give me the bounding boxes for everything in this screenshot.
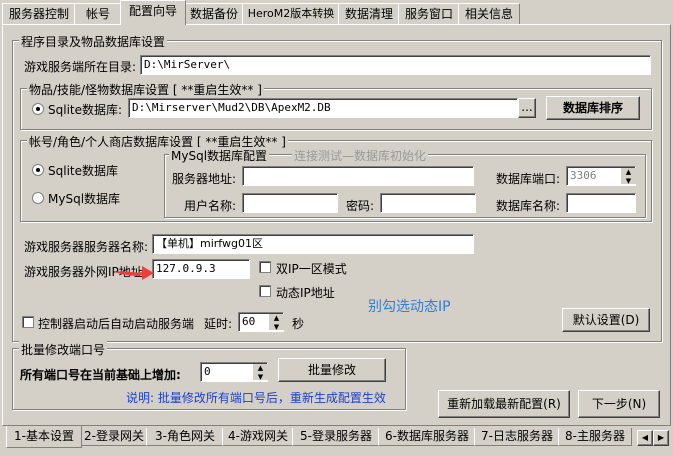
tab-game-gateway[interactable]: 4-游戏网关: [222, 428, 294, 446]
mysql-test-hint[interactable]: 连接测试—数据库初始化: [292, 147, 429, 164]
tab-main-server[interactable]: 8-主服务器: [558, 428, 632, 446]
server-dir-label: 游戏服务端所在目录:: [24, 60, 137, 74]
sqlite-account-radio[interactable]: [32, 164, 44, 176]
db-name-label: 数据库名称:: [496, 199, 561, 213]
tab-server-control[interactable]: 服务器控制: [2, 3, 76, 24]
username-input[interactable]: [242, 193, 338, 213]
tab-log-server[interactable]: 7-日志服务器: [474, 428, 560, 446]
server-name-input[interactable]: 【单机】mirfwg01区: [152, 234, 474, 254]
dynamic-ip-checkbox[interactable]: [259, 285, 271, 297]
batch-modify-button[interactable]: 批量修改: [278, 358, 386, 382]
password-label: 密码:: [346, 199, 375, 213]
tab-data-backup[interactable]: 数据备份: [184, 3, 244, 24]
server-name-label: 游戏服务器服务器名称:: [24, 240, 149, 254]
server-addr-input[interactable]: [242, 166, 474, 186]
password-input[interactable]: [380, 193, 476, 213]
item-db-group-title: 物品/技能/怪物数据库设置 [ **重启生效** ]: [27, 81, 264, 98]
tab-basic-settings[interactable]: 1-基本设置: [6, 426, 82, 448]
port-batch-note: 说明: 批量修改所有端口号后，重新生成配置生效: [126, 391, 386, 405]
sqlite-item-radio[interactable]: [32, 103, 44, 115]
tab-scroll-left-icon[interactable]: ◀: [637, 430, 653, 446]
db-sort-button[interactable]: 数据库排序: [546, 96, 640, 120]
username-label: 用户名称:: [184, 199, 237, 213]
tab-data-cleanup[interactable]: 数据清理: [338, 3, 400, 24]
tab-account[interactable]: 帐号: [74, 3, 122, 24]
db-port-spinner[interactable]: ▲ ▼: [620, 168, 636, 185]
tab-related-info[interactable]: 相关信息: [458, 3, 520, 24]
port-increase-spinner[interactable]: ▲ ▼: [252, 364, 268, 381]
mysql-account-radio[interactable]: [32, 192, 44, 204]
item-db-path-input[interactable]: D:\Mirserver\Mud2\DB\ApexM2.DB: [128, 98, 518, 118]
sqlite-item-label: Sqlite数据库:: [48, 103, 123, 117]
db-port-label: 数据库端口:: [496, 172, 561, 186]
tab-db-server[interactable]: 6-数据库服务器: [378, 428, 476, 446]
sqlite-account-label: Sqlite数据库: [48, 164, 118, 178]
autostart-checkbox[interactable]: [22, 316, 34, 328]
tab-herom2-convert[interactable]: HeroM2版本转换: [242, 3, 340, 24]
tab-config-wizard[interactable]: 配置向导: [120, 0, 186, 25]
port-increase-label: 所有端口号在当前基础上增加:: [20, 368, 181, 382]
dual-ip-label: 双IP一区模式: [276, 262, 347, 276]
dynamic-ip-label: 动态IP地址: [276, 286, 335, 300]
tab-scroll-right-icon[interactable]: ▶: [653, 430, 669, 446]
tab-login-server[interactable]: 5-登录服务器: [292, 428, 380, 446]
reload-config-button[interactable]: 重新加载最新配置(R): [438, 390, 570, 418]
mysql-account-label: MySql数据库: [48, 192, 121, 206]
delay-label: 延时:: [204, 317, 233, 331]
tab-login-gateway[interactable]: 2-登录网关: [80, 428, 148, 446]
dual-ip-checkbox[interactable]: [259, 261, 271, 273]
delay-spinner[interactable]: ▲ ▼: [268, 314, 284, 331]
browse-button[interactable]: ...: [518, 98, 536, 118]
default-settings-button[interactable]: 默认设置(D): [562, 308, 650, 332]
external-ip-input[interactable]: 127.0.9.3: [152, 259, 250, 279]
autostart-label: 控制器启动后自动启动服务端: [38, 317, 195, 331]
tab-service-window[interactable]: 服务窗口: [398, 3, 460, 24]
tab-role-gateway[interactable]: 3-角色网关: [146, 428, 224, 446]
mysql-config-title: MySql数据库配置: [169, 147, 270, 164]
server-dir-input[interactable]: D:\MirServer\: [140, 55, 651, 75]
dont-check-dynamic-ip-note: 别勾选动态IP: [368, 299, 451, 315]
next-step-button[interactable]: 下一步(N): [578, 390, 660, 418]
port-batch-group-title: 批量修改端口号: [19, 341, 108, 358]
delay-unit: 秒: [292, 317, 305, 331]
db-name-input[interactable]: [566, 193, 636, 213]
red-arrow-annotation: [114, 266, 154, 280]
program-dir-group-title: 程序目录及物品数据库设置: [19, 33, 168, 50]
server-addr-label: 服务器地址:: [172, 172, 237, 186]
